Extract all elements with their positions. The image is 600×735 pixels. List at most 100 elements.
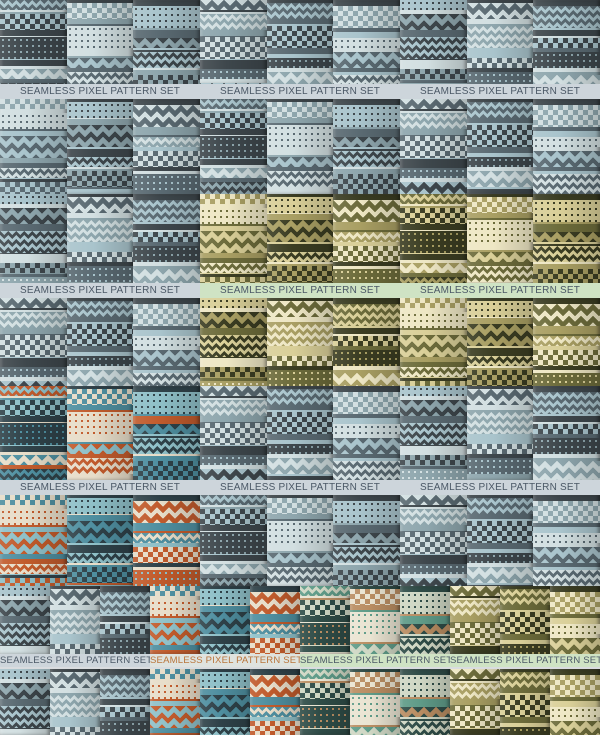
pattern-band [266, 412, 334, 434]
pattern-swatch [450, 586, 500, 654]
pattern-swatch [266, 495, 334, 586]
pattern-band [133, 501, 200, 523]
pattern-band [533, 105, 600, 127]
pattern-band [333, 6, 400, 28]
pattern-band [533, 461, 600, 480]
pattern-band [533, 547, 600, 563]
pattern-band [400, 495, 467, 505]
pattern-band [550, 675, 600, 697]
pattern-band [0, 194, 67, 204]
pattern-band [500, 612, 550, 634]
pattern-band [133, 75, 200, 84]
pattern-band [133, 336, 200, 346]
pattern-band [200, 168, 267, 178]
pattern-band [450, 623, 500, 645]
pattern-band [50, 727, 100, 735]
pattern-swatch [266, 386, 334, 480]
pattern-band [333, 200, 400, 222]
pattern-collage: SEAMLESS PIXEL PATTERN SET SEAMLESS PIXEL… [0, 0, 600, 735]
pattern-band [0, 509, 67, 525]
pattern-set-label: SEAMLESS PIXEL PATTERN SET [150, 654, 303, 667]
pattern-band [400, 298, 467, 308]
pattern-band [400, 14, 467, 30]
pattern-swatch [250, 669, 300, 735]
pattern-band [333, 38, 400, 48]
pattern-band [266, 553, 334, 563]
pattern-band [533, 533, 600, 543]
pattern-swatch [200, 0, 267, 84]
pattern-band [333, 570, 400, 586]
pattern-band [133, 52, 200, 68]
pattern-band [533, 174, 600, 194]
pattern-swatch [133, 495, 200, 586]
pattern-band [66, 72, 134, 84]
pattern-band [100, 624, 150, 634]
pattern-band [266, 252, 334, 262]
pattern-band [333, 533, 400, 543]
pattern-band [66, 220, 134, 242]
pattern-band [466, 125, 534, 147]
pattern-swatch [200, 298, 267, 386]
pattern-band [200, 208, 267, 224]
pattern-swatch [0, 586, 50, 654]
pattern-band [200, 298, 267, 308]
pattern-band [0, 0, 67, 10]
pattern-band [466, 356, 534, 366]
pattern-band [400, 367, 467, 377]
pattern-band [133, 547, 200, 563]
pattern-band [200, 263, 267, 273]
pattern-swatch [0, 99, 67, 194]
pattern-band [400, 168, 467, 178]
pattern-band [400, 455, 467, 465]
pattern-band [400, 263, 467, 273]
pattern-swatch [533, 386, 600, 480]
pattern-swatch [66, 194, 134, 283]
pattern-band [66, 197, 134, 213]
pattern-band [450, 669, 500, 679]
pattern-band [133, 105, 200, 127]
pattern-swatch [500, 586, 550, 654]
pattern-band [0, 168, 67, 178]
pattern-band [200, 99, 267, 109]
pattern-swatch [400, 298, 467, 386]
pattern-band [266, 171, 334, 187]
pattern-band [133, 424, 200, 434]
pattern-band [400, 0, 467, 10]
pattern-band [533, 373, 600, 386]
pattern-band [266, 301, 334, 317]
pattern-band [333, 438, 400, 454]
pattern-band [350, 672, 400, 688]
pattern-swatch [266, 194, 334, 283]
pattern-band [533, 75, 600, 84]
pattern-band [333, 336, 400, 346]
pattern-swatch [66, 495, 134, 586]
pattern-band [66, 356, 134, 366]
pattern-band [66, 3, 134, 19]
pattern-band [533, 137, 600, 147]
pattern-swatch [466, 0, 534, 84]
pattern-band [266, 266, 334, 282]
pattern-band [200, 136, 267, 158]
pattern-band [100, 721, 150, 735]
pattern-band [0, 99, 67, 109]
pattern-band [0, 182, 67, 194]
pattern-swatch [50, 669, 100, 735]
pattern-band [133, 174, 200, 194]
pattern-swatch [300, 669, 350, 735]
pattern-band [333, 501, 400, 523]
pattern-band [0, 69, 67, 79]
pattern-band [0, 367, 67, 377]
pattern-band [266, 102, 334, 118]
pattern-swatch [466, 194, 534, 283]
pattern-band [0, 683, 50, 699]
pattern-band [333, 137, 400, 147]
pattern-band [100, 592, 150, 614]
pattern-band [0, 600, 50, 616]
pattern-band [133, 304, 200, 326]
pattern-band [550, 707, 600, 717]
pattern-swatch [333, 386, 400, 480]
pattern-band [100, 707, 150, 717]
pattern-band [66, 171, 134, 187]
pattern-swatch [0, 386, 67, 480]
pattern-band [200, 0, 267, 10]
